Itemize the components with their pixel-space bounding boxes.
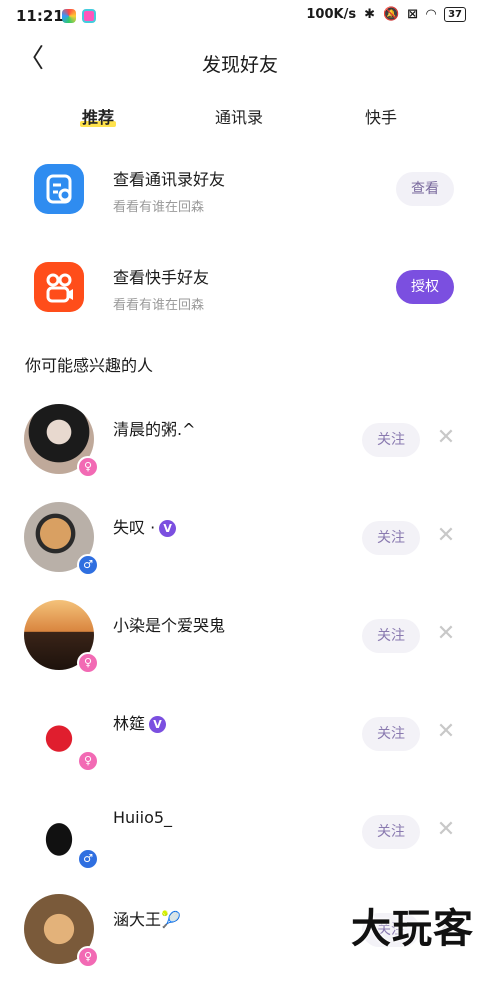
- close-icon[interactable]: ✕: [436, 718, 456, 744]
- follow-button[interactable]: 关注: [362, 619, 420, 653]
- bluetooth-icon: ✱: [364, 7, 375, 22]
- male-icon: ♂: [77, 554, 99, 576]
- nav-bar: 〈 发现好友: [0, 36, 480, 86]
- network-speed: 100K/s: [306, 7, 357, 22]
- view-contacts-button[interactable]: 查看: [396, 172, 454, 206]
- find-row-title: 查看快手好友: [113, 268, 210, 287]
- battery-icon: 37: [444, 7, 466, 22]
- find-contacts-row[interactable]: 查看通讯录好友 看看有谁在回森 查看: [0, 150, 480, 230]
- user-name: 林筵 V: [113, 710, 167, 734]
- user-name: 涵大王🎾: [113, 910, 181, 929]
- user-name: 清晨的粥.^: [113, 420, 196, 439]
- kuaishou-icon: [34, 262, 84, 312]
- follow-button[interactable]: 关注: [362, 815, 420, 849]
- female-icon: ♀: [77, 456, 99, 478]
- user-name: 失叹 · V: [113, 514, 177, 538]
- tab-kuaishou[interactable]: 快手: [365, 104, 397, 128]
- find-row-subtitle: 看看有谁在回森: [113, 200, 205, 215]
- male-icon: ♂: [77, 848, 99, 870]
- list-item[interactable]: ♂ 失叹 · V 关注 ✕: [0, 496, 480, 594]
- list-item[interactable]: ♀ 林筵 V 关注 ✕: [0, 692, 480, 790]
- list-item[interactable]: ♀ 清晨的粥.^ 关注 ✕: [0, 398, 480, 496]
- status-time: 11:21: [16, 7, 64, 25]
- list-item[interactable]: ♀ 小染是个爱哭鬼 关注 ✕: [0, 594, 480, 692]
- user-name: 小染是个爱哭鬼: [113, 616, 226, 635]
- tab-recommend[interactable]: 推荐: [79, 104, 117, 128]
- female-icon: ♀: [77, 652, 99, 674]
- close-icon[interactable]: ✕: [436, 620, 456, 646]
- contacts-icon: [34, 164, 84, 214]
- section-title: 你可能感兴趣的人: [25, 356, 154, 375]
- female-icon: ♀: [77, 946, 99, 968]
- user-name: Huiio5_: [113, 808, 173, 827]
- status-bar: 11:21 100K/s ✱ 🔕 ⊠ ◠ 37: [0, 0, 480, 34]
- female-icon: ♀: [77, 750, 99, 772]
- app-notification-icon: [62, 9, 76, 23]
- find-row-subtitle: 看看有谁在回森: [113, 298, 205, 313]
- mute-icon: 🔕: [382, 7, 400, 22]
- tab-bar: 推荐 通讯录 快手: [0, 100, 480, 134]
- authorize-button[interactable]: 授权: [396, 270, 454, 304]
- list-item[interactable]: ♂ Huiio5_ 关注 ✕: [0, 790, 480, 888]
- follow-button[interactable]: 关注: [362, 521, 420, 555]
- watermark: 大玩客: [351, 906, 474, 952]
- page-title: 发现好友: [201, 54, 278, 76]
- follow-button[interactable]: 关注: [362, 717, 420, 751]
- status-right: 100K/s ✱ 🔕 ⊠ ◠ 37: [306, 7, 466, 22]
- verified-badge-icon: V: [149, 716, 167, 733]
- verified-badge-icon: V: [159, 520, 177, 537]
- sim-off-icon: ⊠: [407, 7, 419, 22]
- find-kuaishou-row[interactable]: 查看快手好友 看看有谁在回森 授权: [0, 248, 480, 328]
- close-icon[interactable]: ✕: [436, 522, 456, 548]
- follow-button[interactable]: 关注: [362, 423, 420, 457]
- wifi-icon: ◠: [426, 7, 437, 22]
- app-notification-icon: [82, 9, 96, 23]
- close-icon[interactable]: ✕: [436, 816, 456, 842]
- tab-contacts[interactable]: 通讯录: [215, 104, 263, 128]
- find-row-title: 查看通讯录好友: [113, 170, 226, 189]
- close-icon[interactable]: ✕: [436, 424, 456, 450]
